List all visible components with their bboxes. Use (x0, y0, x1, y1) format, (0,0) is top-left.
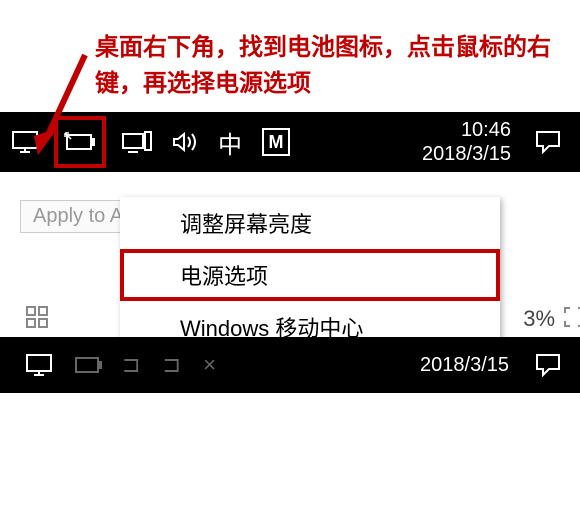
clock-time: 10:46 (422, 118, 511, 142)
battery-context-menu: 调整屏幕亮度 电源选项 Windows 移动中心 (120, 197, 500, 353)
clock-date: 2018/3/15 (422, 142, 511, 166)
grid-view-icon[interactable] (25, 305, 49, 334)
system-tray: 中 M 10:46 2018/3/15 (0, 112, 580, 172)
obscured-tray-area: ⊐ ⊐ × (122, 352, 406, 378)
system-tray-2: ⊐ ⊐ × 2018/3/15 (0, 337, 580, 393)
partial-percent-text: 3% (523, 306, 555, 332)
action-center-icon[interactable] (531, 112, 565, 172)
ime-mode-icon[interactable]: M (258, 112, 294, 172)
fullscreen-icon[interactable] (563, 306, 580, 333)
clock-date-2[interactable]: 2018/3/15 (420, 354, 517, 377)
menu-item-brightness[interactable]: 调整屏幕亮度 (120, 197, 500, 249)
battery-icon[interactable] (54, 116, 106, 168)
ime-indicator[interactable]: 中 (214, 112, 246, 172)
menu-item-power-options[interactable]: 电源选项 (120, 249, 500, 301)
volume-icon[interactable] (168, 112, 202, 172)
battery-icon-2[interactable] (70, 337, 108, 393)
system-clock[interactable]: 10:46 2018/3/15 (422, 118, 519, 166)
instruction-text: 桌面右下角，找到电池图标，点击鼠标的右键，再选择电源选项 (0, 0, 580, 112)
monitor-icon[interactable] (8, 112, 42, 172)
monitor-icon-2[interactable] (22, 337, 56, 393)
action-center-icon-2[interactable] (531, 337, 565, 393)
project-icon[interactable] (118, 112, 156, 172)
